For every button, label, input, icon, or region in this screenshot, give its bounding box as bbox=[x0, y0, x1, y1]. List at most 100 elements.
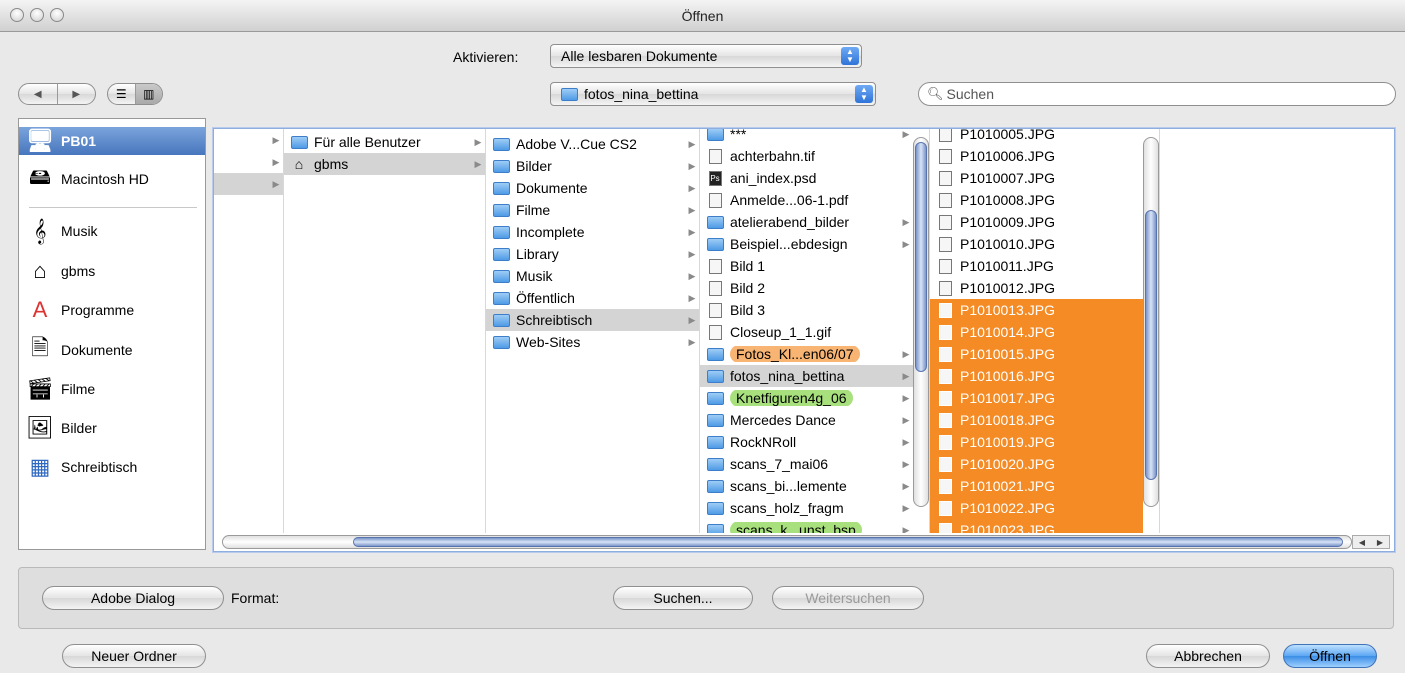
list-item[interactable]: P1010008.JPG bbox=[930, 189, 1143, 211]
list-item[interactable]: P1010014.JPG bbox=[930, 321, 1143, 343]
sidebar-item-dokumente[interactable]: 🗎 Dokumente bbox=[27, 335, 132, 364]
list-item[interactable]: P1010016.JPG bbox=[930, 365, 1143, 387]
list-item[interactable]: P1010021.JPG bbox=[930, 475, 1143, 497]
column-view-button[interactable]: ▥ bbox=[135, 84, 162, 104]
close-window-icon[interactable] bbox=[10, 8, 24, 22]
pictures-icon: 🖼︎ bbox=[26, 415, 54, 440]
list-item[interactable]: P1010011.JPG bbox=[930, 255, 1143, 277]
disclosure-arrow-icon: ▶ bbox=[688, 226, 696, 237]
list-item[interactable]: fotos_nina_bettina ▶ bbox=[700, 365, 913, 387]
pdf-file-icon bbox=[708, 192, 722, 208]
list-item[interactable]: P1010013.JPG bbox=[930, 299, 1143, 321]
list-item[interactable]: Bilder ▶ bbox=[486, 155, 699, 177]
sidebar-item-pb01[interactable]: 🖥︎ PB01 bbox=[19, 127, 205, 155]
list-item[interactable]: P1010010.JPG bbox=[930, 233, 1143, 255]
view-mode-buttons: ☰ ▥ bbox=[107, 83, 163, 105]
image-file-icon bbox=[938, 214, 952, 230]
list-item[interactable]: Mercedes Dance ▶ bbox=[700, 409, 913, 431]
sidebar-item-programme[interactable]: A Programme bbox=[27, 296, 134, 324]
list-item[interactable]: Schreibtisch ▶ bbox=[486, 309, 699, 331]
list-item[interactable]: Fotos_Kl...en06/07 ▶ bbox=[700, 343, 913, 365]
disclosure-arrow-icon: ▶ bbox=[474, 136, 482, 147]
list-item[interactable]: Incomplete ▶ bbox=[486, 221, 699, 243]
sidebar-item-schreibtisch[interactable]: ▦ Schreibtisch bbox=[27, 453, 138, 481]
list-item[interactable]: atelierabend_bilder ▶ bbox=[700, 211, 913, 233]
list-item[interactable]: Filme ▶ bbox=[486, 199, 699, 221]
list-item[interactable]: scans_k...unst_bsp ▶ bbox=[700, 519, 913, 533]
list-item[interactable]: P1010020.JPG bbox=[930, 453, 1143, 475]
list-item[interactable]: P1010005.JPG bbox=[930, 129, 1143, 145]
activate-popup[interactable]: Alle lesbaren Dokumente ▲ ▼ bbox=[550, 44, 862, 68]
list-item[interactable]: Anmelde...06-1.pdf bbox=[700, 189, 913, 211]
cancel-button[interactable]: Abbrechen bbox=[1146, 644, 1270, 668]
list-item[interactable]: Für alle Benutzer ▶ bbox=[284, 131, 485, 153]
list-item[interactable]: Library ▶ bbox=[486, 243, 699, 265]
list-item[interactable]: Knetfiguren4g_06 ▶ bbox=[700, 387, 913, 409]
sidebar-item-gbms[interactable]: ⌂ gbms bbox=[27, 257, 95, 285]
sidebar-item-musik[interactable]: 𝄞 Musik bbox=[27, 217, 97, 245]
list-view-button[interactable]: ☰ bbox=[108, 84, 136, 104]
list-item[interactable]: Bild 2 bbox=[700, 277, 913, 299]
sidebar-item-filme[interactable]: 🎬︎ Filme bbox=[26, 375, 95, 403]
open-button[interactable]: Öffnen bbox=[1283, 644, 1377, 668]
sidebar-item-bilder[interactable]: 🖼︎ Bilder bbox=[26, 414, 97, 442]
search-field[interactable]: 🔍︎ Suchen bbox=[918, 82, 1396, 106]
horizontal-scroll-arrows[interactable]: ◀ ▶ bbox=[1352, 535, 1390, 549]
find-next-button[interactable]: Weitersuchen bbox=[772, 586, 924, 610]
list-item[interactable]: Öffentlich ▶ bbox=[486, 287, 699, 309]
list-item[interactable]: Ps ani_index.psd bbox=[700, 167, 913, 189]
scroll-thumb[interactable] bbox=[915, 142, 927, 372]
list-item[interactable]: P1010019.JPG bbox=[930, 431, 1143, 453]
browser-column-5: P1010005.JPG P1010006.JPG P1010007.JPG P… bbox=[930, 129, 1160, 533]
scroll-left-icon[interactable]: ◀ bbox=[1359, 538, 1365, 547]
title-bar[interactable]: Öffnen bbox=[0, 0, 1405, 32]
horizontal-scroll-thumb[interactable] bbox=[353, 537, 1343, 547]
list-item[interactable]: P1010007.JPG bbox=[930, 167, 1143, 189]
list-item[interactable]: Musik ▶ bbox=[486, 265, 699, 287]
list-item[interactable]: ▶ bbox=[214, 151, 283, 173]
list-item[interactable]: ▶ bbox=[214, 129, 283, 151]
list-item[interactable]: Closeup_1_1.gif bbox=[700, 321, 913, 343]
location-popup[interactable]: fotos_nina_bettina ▲ ▼ bbox=[550, 82, 876, 106]
list-item[interactable]: Web-Sites ▶ bbox=[486, 331, 699, 353]
minimize-window-icon[interactable] bbox=[30, 8, 44, 22]
list-item[interactable]: scans_bi...lemente ▶ bbox=[700, 475, 913, 497]
sidebar-item-macintosh-hd[interactable]: 🖴 Macintosh HD bbox=[27, 164, 149, 193]
find-button[interactable]: Suchen... bbox=[613, 586, 753, 610]
computer-icon: 🖥︎ bbox=[26, 128, 54, 153]
column-5-scrollbar[interactable] bbox=[1143, 137, 1159, 507]
list-item[interactable]: P1010009.JPG bbox=[930, 211, 1143, 233]
list-item[interactable]: achterbahn.tif bbox=[700, 145, 913, 167]
scroll-right-icon[interactable]: ▶ bbox=[1377, 538, 1383, 547]
list-item[interactable]: ⌂ gbms ▶ bbox=[284, 153, 485, 175]
list-item[interactable]: Adobe V...Cue CS2 ▶ bbox=[486, 133, 699, 155]
list-item[interactable]: Bild 1 bbox=[700, 255, 913, 277]
list-item[interactable]: Bild 3 bbox=[700, 299, 913, 321]
back-button[interactable]: ◀ bbox=[19, 84, 58, 104]
list-item[interactable]: P1010015.JPG bbox=[930, 343, 1143, 365]
list-item[interactable]: ▶ bbox=[214, 173, 283, 195]
list-item[interactable]: scans_holz_fragm ▶ bbox=[700, 497, 913, 519]
horizontal-scrollbar[interactable] bbox=[222, 535, 1352, 549]
scroll-thumb[interactable] bbox=[1145, 210, 1157, 480]
new-folder-button[interactable]: Neuer Ordner bbox=[62, 644, 206, 668]
zoom-window-icon[interactable] bbox=[50, 8, 64, 22]
list-item[interactable]: RockNRoll ▶ bbox=[700, 431, 913, 453]
list-item[interactable]: P1010018.JPG bbox=[930, 409, 1143, 431]
browser-column-1: ▶ ▶ ▶ bbox=[214, 129, 284, 533]
list-item[interactable]: P1010006.JPG bbox=[930, 145, 1143, 167]
forward-button[interactable]: ▶ bbox=[58, 84, 96, 104]
image-file-icon bbox=[938, 280, 952, 296]
adobe-dialog-button[interactable]: Adobe Dialog bbox=[42, 586, 224, 610]
image-file-icon bbox=[708, 280, 722, 296]
list-item[interactable]: scans_7_mai06 ▶ bbox=[700, 453, 913, 475]
list-item[interactable]: Dokumente ▶ bbox=[486, 177, 699, 199]
list-item[interactable]: P1010012.JPG bbox=[930, 277, 1143, 299]
column-4-scrollbar[interactable] bbox=[913, 137, 929, 507]
list-item[interactable]: P1010023.JPG bbox=[930, 519, 1143, 533]
list-item[interactable]: *** ▶ bbox=[700, 129, 913, 145]
list-item[interactable]: P1010022.JPG bbox=[930, 497, 1143, 519]
list-item[interactable]: Beispiel...ebdesign ▶ bbox=[700, 233, 913, 255]
list-item[interactable]: P1010017.JPG bbox=[930, 387, 1143, 409]
folder-icon bbox=[492, 181, 510, 195]
